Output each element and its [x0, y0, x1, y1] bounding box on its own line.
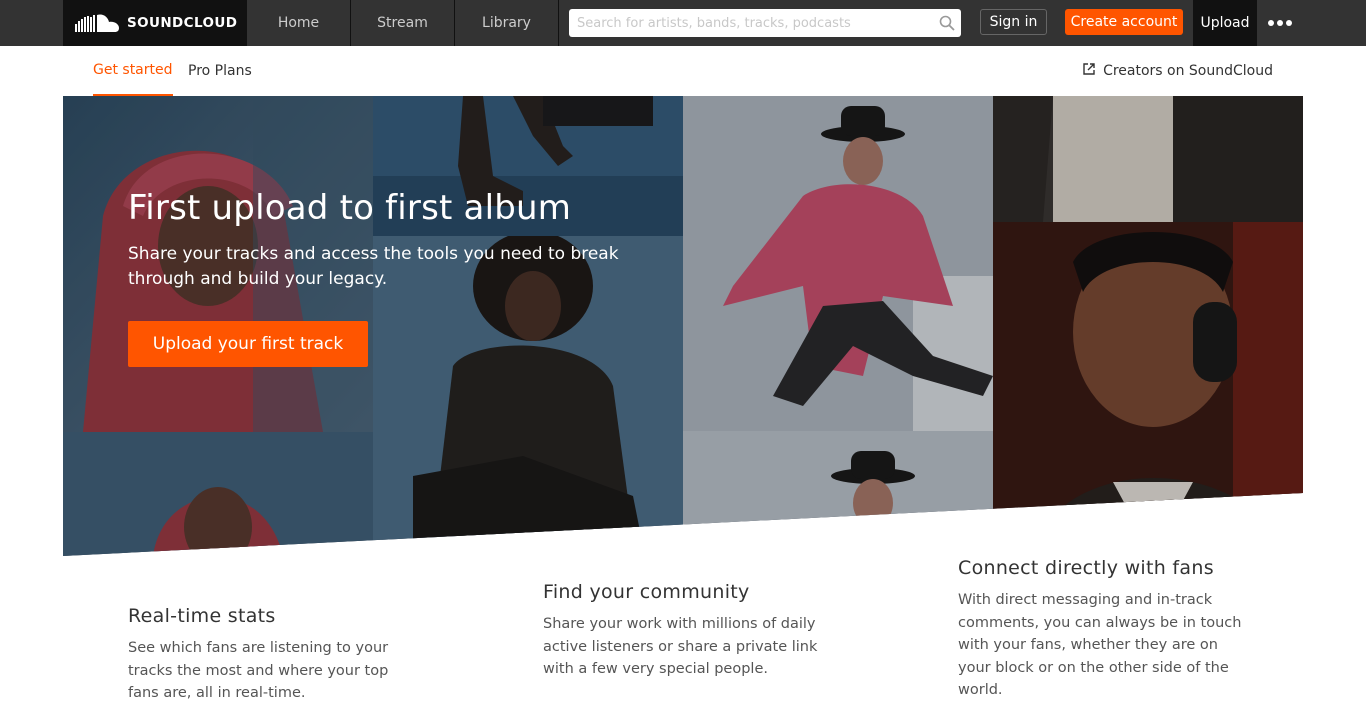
tab-pro-plans[interactable]: Pro Plans: [188, 46, 252, 96]
logo-text: SOUNDCLOUD: [127, 15, 238, 31]
dot: [1268, 20, 1274, 26]
feature-title: Connect directly with fans: [958, 557, 1214, 579]
feature-find-community: Find your community Share your work with…: [543, 581, 833, 681]
hero-subtitle: Share your tracks and access the tools y…: [128, 244, 619, 289]
tab-get-started[interactable]: Get started: [93, 46, 173, 96]
search-input[interactable]: [569, 10, 933, 36]
feature-body: See which fans are listening to your tra…: [128, 640, 389, 701]
feature-body: Share your work with millions of daily a…: [543, 616, 818, 677]
search-icon[interactable]: [933, 9, 961, 37]
nav-stream[interactable]: Stream: [351, 0, 455, 46]
feature-body: With direct messaging and in-track comme…: [958, 592, 1242, 698]
more-dots-icon[interactable]: [1263, 0, 1297, 46]
upload-first-track-button[interactable]: Upload your first track: [128, 321, 368, 367]
feature-title: Real-time stats: [128, 605, 276, 627]
creators-link[interactable]: Creators on SoundCloud: [1083, 46, 1273, 96]
create-account-button[interactable]: Create account: [1065, 9, 1183, 35]
hero-title: First upload to first album: [128, 188, 572, 228]
soundcloud-logo[interactable]: SOUNDCLOUD: [63, 0, 247, 46]
soundcloud-cloud-icon: [75, 12, 123, 34]
dot: [1277, 20, 1283, 26]
creators-link-label: Creators on SoundCloud: [1103, 63, 1273, 79]
dot: [1286, 20, 1292, 26]
header-inner: SOUNDCLOUD Home Stream Library Sign in C…: [63, 0, 1303, 46]
feature-title: Find your community: [543, 581, 750, 603]
sign-in-button[interactable]: Sign in: [980, 9, 1047, 35]
nav-home[interactable]: Home: [247, 0, 351, 46]
feature-connect-fans: Connect directly with fans With direct m…: [958, 557, 1253, 702]
sub-navigation: Get started Pro Plans Creators on SoundC…: [93, 46, 1273, 96]
upload-nav-button[interactable]: Upload: [1193, 0, 1257, 46]
nav-library[interactable]: Library: [455, 0, 559, 46]
search-box: [569, 9, 961, 37]
top-header: SOUNDCLOUD Home Stream Library Sign in C…: [0, 0, 1366, 46]
hero-banner: First upload to first album Share your t…: [63, 96, 1303, 556]
feature-real-time-stats: Real-time stats See which fans are liste…: [128, 605, 403, 705]
external-link-icon: [1083, 63, 1095, 79]
